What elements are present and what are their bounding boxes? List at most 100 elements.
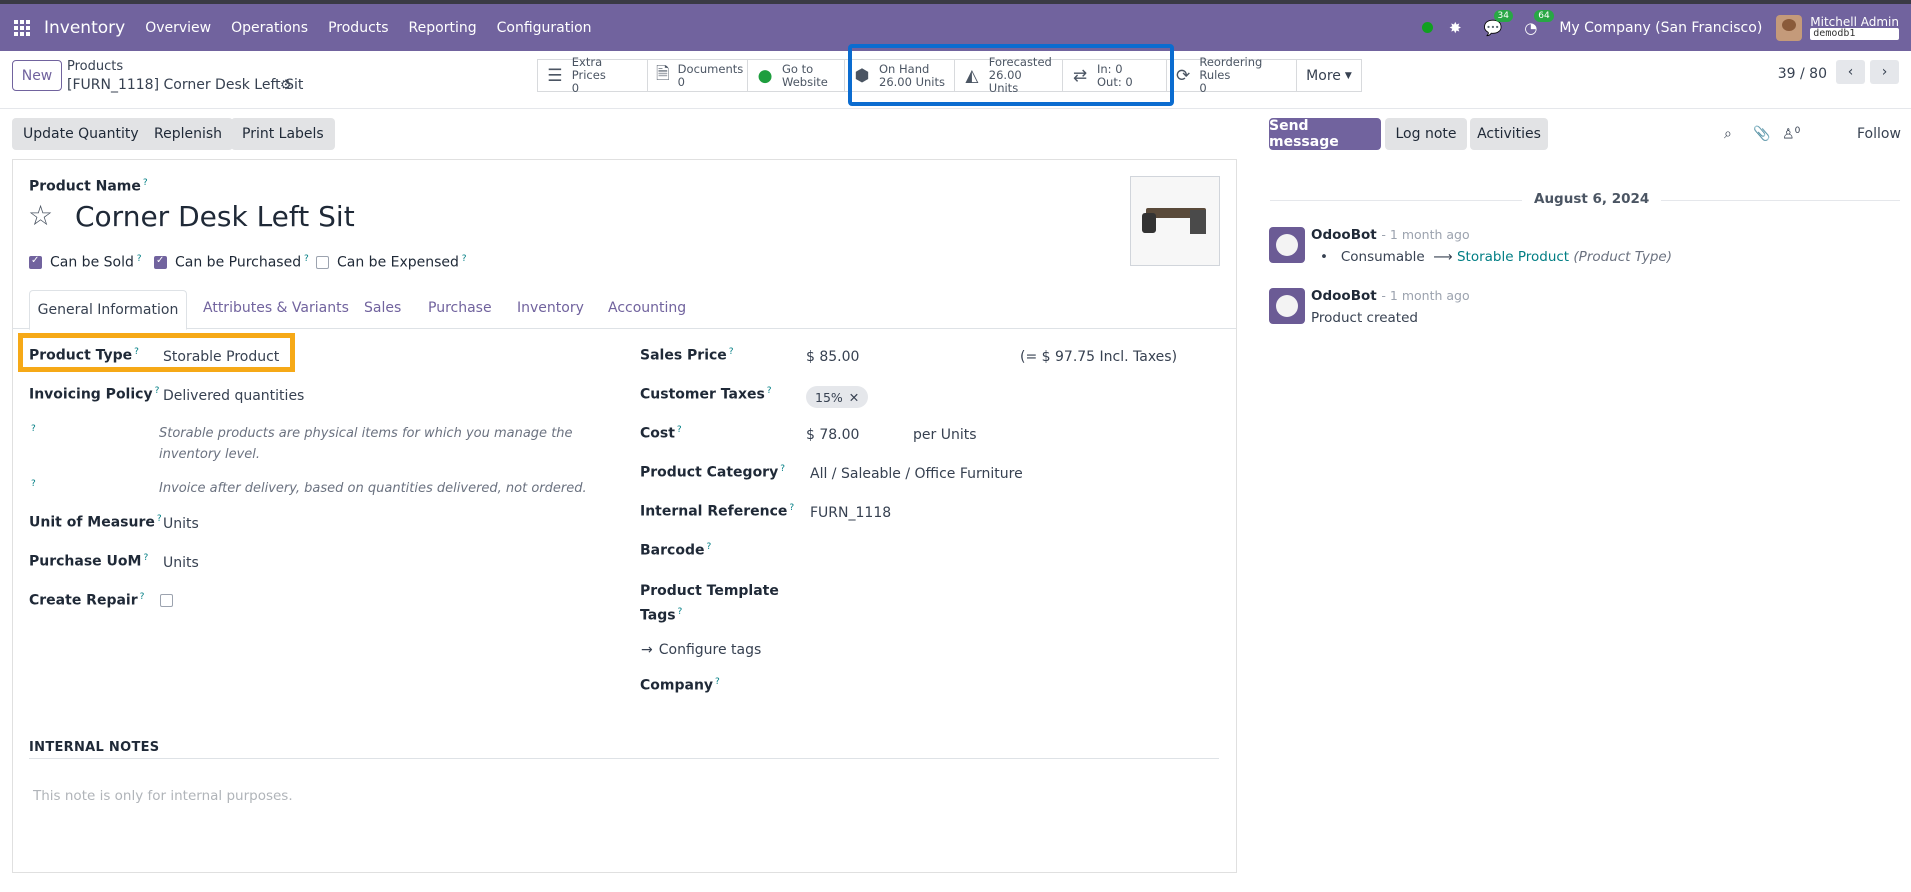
product-name-label: Product Name? bbox=[29, 178, 148, 195]
tab-purchase[interactable]: Purchase bbox=[428, 300, 492, 316]
followers-count: 0 bbox=[1794, 126, 1801, 136]
cost-unit-text: per Units bbox=[913, 427, 977, 443]
product-type-label: Product Type? bbox=[29, 347, 139, 364]
user-avatar[interactable] bbox=[1776, 14, 1803, 41]
company-switcher[interactable]: My Company (San Francisco) bbox=[1559, 20, 1762, 36]
help-tooltip-icon[interactable]: ? bbox=[31, 479, 36, 489]
menu-overview[interactable]: Overview bbox=[145, 20, 211, 36]
tracking-new-value: Storable Product bbox=[1456, 249, 1570, 265]
arrow-right-icon: ⟶ bbox=[1429, 249, 1453, 265]
smart-buttons: ☰ Extra Prices 0 🗎 Documents 0 ● Go to Webs… bbox=[537, 56, 1362, 95]
bug-icon[interactable]: ✸ bbox=[1449, 19, 1462, 37]
update-quantity-button[interactable]: Update Quantity bbox=[12, 118, 150, 150]
print-labels-button[interactable]: Print Labels bbox=[231, 118, 335, 150]
internal-reference-label: Internal Reference? bbox=[640, 503, 795, 520]
chatter-date: August 6, 2024 bbox=[1522, 191, 1662, 207]
pager-value[interactable]: 39 / 80 bbox=[1778, 66, 1827, 82]
help-tooltip-icon[interactable]: ? bbox=[31, 424, 36, 434]
odoobot-avatar[interactable] bbox=[1269, 288, 1305, 324]
reordering-rules-button[interactable]: ⟳ Reordering Rules 0 bbox=[1167, 56, 1297, 95]
menu-products[interactable]: Products bbox=[328, 20, 388, 36]
forecasted-button[interactable]: ◭ Forecasted 26.00 Units bbox=[955, 56, 1063, 95]
chat-icon[interactable]: 💬 34 bbox=[1484, 9, 1513, 37]
exchange-icon: ⇄ bbox=[1072, 65, 1088, 86]
tracking-old-value: Consumable bbox=[1340, 249, 1425, 265]
sales-price-field[interactable]: $ 85.00 bbox=[806, 349, 859, 365]
product-type-select[interactable]: Storable Product bbox=[163, 349, 279, 365]
systray: ✸ 💬 34 ◔ 64 My Company (San Francisco) Mit… bbox=[1421, 4, 1899, 51]
tab-accounting[interactable]: Accounting bbox=[608, 300, 686, 316]
incl-taxes-text: (= $ 97.75 Incl. Taxes) bbox=[1020, 349, 1178, 365]
create-repair-checkbox[interactable] bbox=[160, 594, 173, 607]
user-name: Mitchell Admin bbox=[1810, 14, 1899, 29]
pager-next-button[interactable]: › bbox=[1870, 60, 1899, 84]
menu-operations[interactable]: Operations bbox=[231, 20, 308, 36]
internal-notes-input[interactable]: This note is only for internal purposes. bbox=[33, 788, 293, 804]
chair-picture bbox=[1142, 213, 1156, 233]
tab-sales[interactable]: Sales bbox=[364, 300, 401, 316]
tracking-field-name: (Product Type) bbox=[1573, 249, 1672, 265]
globe-icon: ● bbox=[757, 65, 773, 86]
tax-tag-label: 15% bbox=[815, 389, 843, 405]
paperclip-icon[interactable]: 📎 bbox=[1753, 126, 1770, 142]
log-note-button[interactable]: Log note bbox=[1385, 118, 1467, 150]
internal-notes-title: INTERNAL NOTES bbox=[29, 740, 160, 755]
on-hand-button[interactable]: ⬢ On Hand 26.00 Units bbox=[845, 60, 955, 91]
go-to-website-button[interactable]: ● Go to Website bbox=[748, 60, 845, 91]
can-be-sold-checkbox[interactable] bbox=[29, 255, 42, 269]
barcode-label: Barcode? bbox=[640, 542, 712, 559]
user-menu[interactable]: Mitchell Admin demodb1 bbox=[1810, 16, 1899, 40]
search-icon[interactable]: ⌕ bbox=[1724, 126, 1732, 142]
activity-badge: 64 bbox=[1534, 9, 1554, 22]
close-icon[interactable]: ✕ bbox=[849, 390, 859, 405]
invoicing-policy-select[interactable]: Delivered quantities bbox=[163, 388, 304, 404]
activity-clock-icon[interactable]: ◔ 64 bbox=[1524, 9, 1554, 37]
gear-icon[interactable]: ⚙ bbox=[280, 78, 292, 93]
menu-reporting[interactable]: Reporting bbox=[409, 20, 477, 36]
followers-icon[interactable]: ♙0 bbox=[1782, 126, 1800, 143]
tracking-value: • Consumable ⟶ Storable Product (Product… bbox=[1320, 249, 1672, 265]
star-icon[interactable]: ☆ bbox=[28, 199, 53, 232]
apps-menu-icon[interactable] bbox=[14, 19, 30, 36]
follow-button[interactable]: Follow bbox=[1857, 126, 1901, 142]
can-be-purchased-label: Can be Purchased ? bbox=[175, 254, 309, 271]
menu-configuration[interactable]: Configuration bbox=[497, 20, 592, 36]
author-name[interactable]: OdooBot bbox=[1311, 288, 1377, 304]
activities-button[interactable]: Activities bbox=[1470, 118, 1548, 150]
database-name: demodb1 bbox=[1810, 27, 1899, 40]
internal-reference-field[interactable]: FURN_1118 bbox=[810, 505, 891, 521]
odoobot-avatar[interactable] bbox=[1269, 227, 1305, 263]
product-name[interactable]: Corner Desk Left Sit bbox=[75, 200, 355, 233]
notes-divider bbox=[29, 758, 1219, 759]
more-dropdown[interactable]: More ▼ bbox=[1297, 60, 1361, 91]
new-button[interactable]: New bbox=[12, 60, 62, 91]
desk-leg-picture bbox=[1190, 210, 1206, 234]
message-author: OdooBot - 1 month ago bbox=[1311, 227, 1470, 243]
top-navbar: Inventory Overview Operations Products R… bbox=[0, 0, 1911, 51]
file-icon: 🗎 bbox=[656, 64, 670, 84]
app-name[interactable]: Inventory bbox=[44, 18, 125, 38]
unit-of-measure-field[interactable]: Units bbox=[163, 516, 199, 532]
storable-help-text: Storable products are physical items for… bbox=[159, 426, 573, 462]
send-message-button[interactable]: Send message bbox=[1269, 118, 1381, 150]
documents-button[interactable]: 🗎 Documents 0 bbox=[648, 60, 748, 91]
can-be-purchased-checkbox[interactable] bbox=[154, 255, 167, 269]
invoice-help-text: Invoice after delivery, based on quantit… bbox=[159, 481, 587, 496]
breadcrumb-products[interactable]: Products bbox=[67, 59, 123, 74]
replenish-button[interactable]: Replenish bbox=[143, 118, 234, 150]
tab-attributes-variants[interactable]: Attributes & Variants bbox=[203, 300, 349, 316]
purchase-uom-field[interactable]: Units bbox=[163, 555, 199, 571]
author-name[interactable]: OdooBot bbox=[1311, 227, 1377, 243]
can-be-expensed-checkbox[interactable] bbox=[316, 256, 329, 269]
tab-general-information[interactable]: General Information bbox=[29, 290, 187, 330]
configure-tags-link[interactable]: → Configure tags bbox=[641, 642, 761, 658]
tax-tag[interactable]: 15% ✕ bbox=[806, 386, 869, 408]
unit-of-measure-label: Unit of Measure? bbox=[29, 514, 162, 531]
extra-prices-button[interactable]: ☰ Extra Prices 0 bbox=[538, 56, 648, 95]
cost-field[interactable]: $ 78.00 bbox=[806, 427, 859, 443]
in-out-button[interactable]: ⇄ In: 0 Out: 0 bbox=[1063, 60, 1167, 91]
pager-previous-button[interactable]: ‹ bbox=[1836, 60, 1865, 84]
company-label: Company? bbox=[640, 677, 720, 694]
tab-inventory[interactable]: Inventory bbox=[517, 300, 584, 316]
product-category-field[interactable]: All / Saleable / Office Furniture bbox=[810, 466, 1023, 482]
